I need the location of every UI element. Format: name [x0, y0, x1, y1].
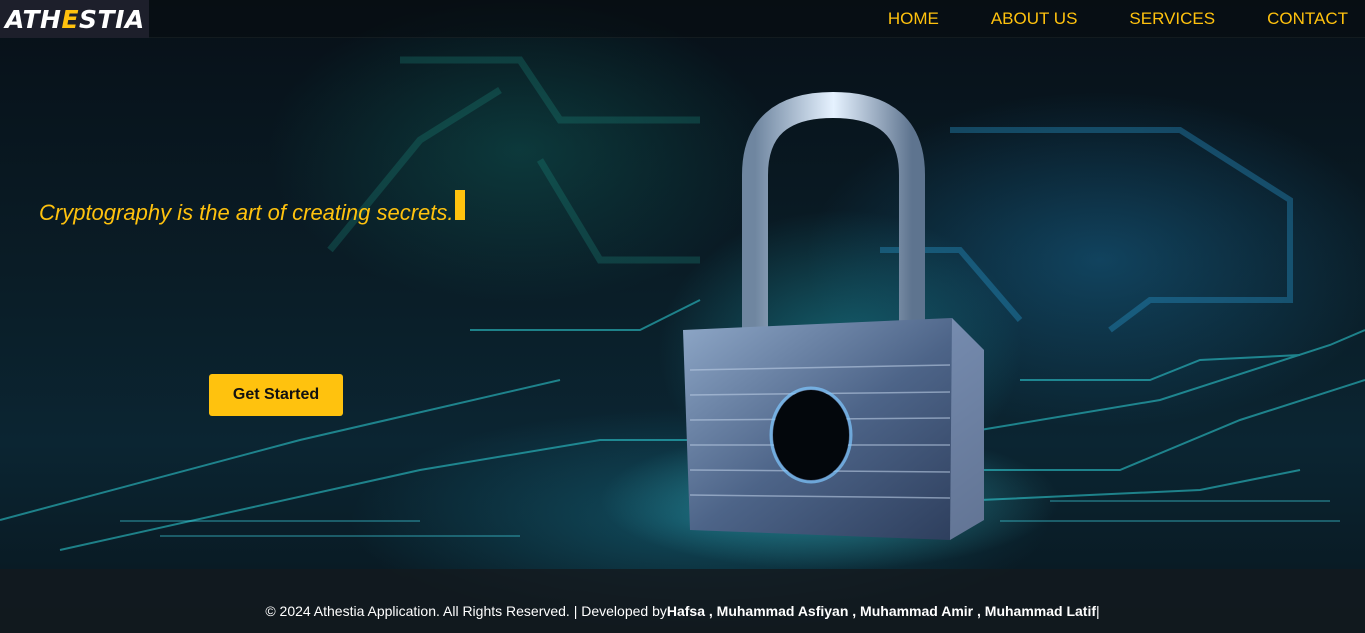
footer-copyright: © 2024 Athestia Application. All Rights …: [265, 603, 667, 619]
padlock-circuit-illustration: [0, 56, 1365, 570]
footer-developers: Hafsa , Muhammad Asfiyan , Muhammad Amir…: [666, 603, 1097, 619]
get-started-button[interactable]: Get Started: [209, 374, 343, 416]
tagline-text: Cryptography is the art of creating secr…: [39, 200, 454, 225]
nav-services-link[interactable]: SERVICES: [1129, 9, 1215, 29]
logo-wordmark: ATHESTIA: [5, 4, 145, 34]
athestia-logo[interactable]: ATHESTIA: [0, 0, 149, 38]
nav-home-link[interactable]: HOME: [888, 9, 939, 29]
nav-about-link[interactable]: ABOUT US: [991, 9, 1078, 29]
footer-trailing-separator: |: [1096, 603, 1100, 619]
top-navigation-bar: ATHESTIA HOME ABOUT US SERVICES CONTACT: [0, 0, 1365, 38]
hero-tagline: Cryptography is the art of creating secr…: [39, 190, 465, 226]
nav-contact-link[interactable]: CONTACT: [1267, 9, 1348, 29]
page-footer: © 2024 Athestia Application. All Rights …: [0, 569, 1365, 633]
typing-cursor: [454, 190, 465, 220]
main-nav: HOME ABOUT US SERVICES CONTACT: [888, 0, 1365, 38]
